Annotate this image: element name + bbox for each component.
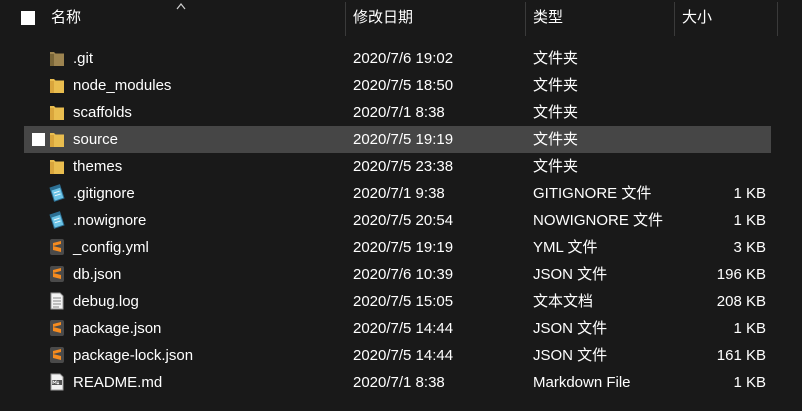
- file-row[interactable]: README.md 2020/7/1 8:38 Markdown File 1 KB: [24, 369, 771, 396]
- file-modified-date: 2020/7/1 9:38: [353, 185, 445, 202]
- file-modified-date: 2020/7/1 8:38: [353, 104, 445, 121]
- file-row[interactable]: db.json 2020/7/6 10:39 JSON 文件 196 KB: [24, 261, 771, 288]
- column-header-bar: 名称 修改日期 类型 大小: [0, 0, 802, 36]
- file-size: 196 KB: [716, 266, 766, 283]
- file-row[interactable]: themes 2020/7/5 23:38 文件夹: [24, 153, 771, 180]
- file-size: 161 KB: [716, 347, 766, 364]
- sublime-icon: [49, 265, 65, 283]
- file-type: YML 文件: [533, 239, 598, 256]
- file-type: 文件夹: [533, 104, 579, 121]
- sublime-icon: [49, 319, 65, 337]
- column-divider[interactable]: [777, 2, 778, 36]
- file-size: 1 KB: [733, 320, 766, 337]
- column-header-size[interactable]: 大小: [682, 0, 712, 36]
- file-row[interactable]: _config.yml 2020/7/5 19:19 YML 文件 3 KB: [24, 234, 771, 261]
- file-type: 文件夹: [533, 50, 579, 67]
- file-type: 文件夹: [533, 77, 579, 94]
- folder-icon: [49, 157, 65, 175]
- file-type: 文件夹: [533, 158, 579, 175]
- column-header-date[interactable]: 修改日期: [353, 0, 413, 36]
- column-divider[interactable]: [345, 2, 346, 36]
- file-row[interactable]: package-lock.json 2020/7/5 14:44 JSON 文件 16…: [24, 342, 771, 369]
- sort-ascending-icon: [176, 3, 186, 10]
- markdown-icon: [49, 373, 65, 391]
- file-name: _config.yml: [73, 239, 149, 256]
- file-size: 1 KB: [733, 374, 766, 391]
- file-name: db.json: [73, 266, 122, 283]
- file-row[interactable]: .git 2020/7/6 19:02 文件夹: [24, 45, 771, 72]
- file-name: scaffolds: [73, 104, 132, 121]
- notepad-icon: [49, 184, 65, 202]
- file-name: .git: [73, 50, 94, 67]
- file-modified-date: 2020/7/6 19:02: [353, 50, 454, 67]
- file-type: 文件夹: [533, 131, 579, 148]
- file-size: 208 KB: [716, 293, 766, 310]
- file-type: JSON 文件: [533, 320, 608, 337]
- file-row[interactable]: source 2020/7/5 19:19 文件夹: [24, 126, 771, 153]
- row-select-checkbox[interactable]: [32, 133, 45, 146]
- column-divider[interactable]: [525, 2, 526, 36]
- file-name: .gitignore: [73, 185, 135, 202]
- text-document-icon: [49, 292, 65, 310]
- file-type: GITIGNORE 文件: [533, 185, 652, 202]
- file-size: 1 KB: [733, 212, 766, 229]
- file-name: themes: [73, 158, 123, 175]
- file-type: NOWIGNORE 文件: [533, 212, 663, 229]
- file-modified-date: 2020/7/5 15:05: [353, 293, 454, 310]
- select-all-checkbox[interactable]: [21, 11, 35, 25]
- file-name: source: [73, 131, 119, 148]
- file-modified-date: 2020/7/6 10:39: [353, 266, 454, 283]
- file-name: package-lock.json: [73, 347, 194, 364]
- file-size: 1 KB: [733, 185, 766, 202]
- file-modified-date: 2020/7/5 23:38: [353, 158, 454, 175]
- file-modified-date: 2020/7/5 14:44: [353, 320, 454, 337]
- column-header-name[interactable]: 名称: [51, 0, 81, 36]
- file-type: JSON 文件: [533, 266, 608, 283]
- file-size: 3 KB: [733, 239, 766, 256]
- file-name: node_modules: [73, 77, 172, 94]
- file-modified-date: 2020/7/1 8:38: [353, 374, 445, 391]
- file-row[interactable]: .gitignore 2020/7/1 9:38 GITIGNORE 文件 1 KB: [24, 180, 771, 207]
- file-row[interactable]: .nowignore 2020/7/5 20:54 NOWIGNORE 文件 1 KB: [24, 207, 771, 234]
- folder-dark-icon: [49, 49, 65, 67]
- file-explorer: 名称 修改日期 类型 大小 .git 2020/7/6 19:02 文件夹 node_…: [0, 0, 802, 411]
- folder-icon: [49, 103, 65, 121]
- file-row[interactable]: debug.log 2020/7/5 15:05 文本文档 208 KB: [24, 288, 771, 315]
- column-header-type[interactable]: 类型: [533, 0, 563, 36]
- file-row[interactable]: scaffolds 2020/7/1 8:38 文件夹: [24, 99, 771, 126]
- file-type: Markdown File: [533, 374, 631, 391]
- file-modified-date: 2020/7/5 19:19: [353, 131, 454, 148]
- file-type: 文本文档: [533, 293, 594, 310]
- file-modified-date: 2020/7/5 18:50: [353, 77, 454, 94]
- column-divider[interactable]: [674, 2, 675, 36]
- file-name: package.json: [73, 320, 162, 337]
- file-row[interactable]: package.json 2020/7/5 14:44 JSON 文件 1 KB: [24, 315, 771, 342]
- file-name: README.md: [73, 374, 163, 391]
- file-modified-date: 2020/7/5 14:44: [353, 347, 454, 364]
- file-modified-date: 2020/7/5 20:54: [353, 212, 454, 229]
- file-name: debug.log: [73, 293, 139, 310]
- sublime-icon: [49, 346, 65, 364]
- sublime-icon: [49, 238, 65, 256]
- folder-icon: [49, 76, 65, 94]
- file-name: .nowignore: [73, 212, 147, 229]
- file-row[interactable]: node_modules 2020/7/5 18:50 文件夹: [24, 72, 771, 99]
- folder-icon: [49, 130, 65, 148]
- file-type: JSON 文件: [533, 347, 608, 364]
- file-modified-date: 2020/7/5 19:19: [353, 239, 454, 256]
- notepad-icon: [49, 211, 65, 229]
